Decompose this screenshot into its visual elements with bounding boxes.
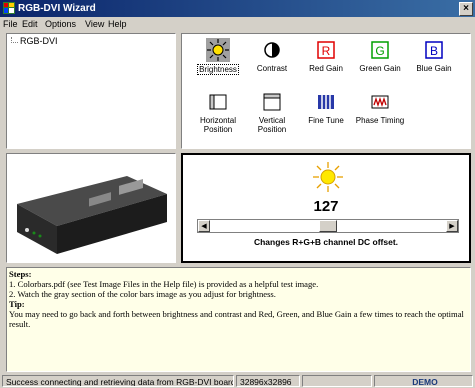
status-bar: Success connecting and retrieving data f…: [0, 374, 475, 388]
tool-label: Blue Gain: [416, 64, 452, 73]
menu-view[interactable]: View: [85, 17, 104, 31]
contrast-icon: [264, 42, 280, 58]
svg-text:B: B: [430, 44, 438, 58]
adjustment-caption: Changes R+G+B channel DC offset.: [253, 237, 399, 247]
tip-heading: Tip:: [9, 299, 25, 309]
slider-left-arrow-icon[interactable]: ◀: [198, 220, 210, 232]
status-message: Success connecting and retrieving data f…: [2, 375, 234, 387]
green-gain-icon: G: [371, 41, 389, 59]
menu-options[interactable]: Options: [45, 17, 76, 31]
tool-label: Horizontal Position: [199, 116, 236, 134]
tool-phase-timing[interactable]: Phase Timing: [352, 90, 408, 125]
tree-item-rgb-dvi[interactable]: RGB-DVI: [20, 36, 58, 46]
vertical-position-icon: [263, 93, 281, 111]
menu-edit[interactable]: Edit: [22, 17, 38, 31]
fine-tune-icon: [318, 95, 334, 109]
help-panel: Steps: 1. Colorbars.pdf (see Test Image …: [6, 267, 471, 372]
phase-timing-icon: [371, 95, 389, 109]
adjustment-tools-panel: Brightness Contrast R Red Gain G Green G…: [181, 33, 471, 149]
tool-fine-tune[interactable]: Fine Tune: [298, 90, 354, 125]
tool-label: Vertical Position: [257, 116, 287, 134]
demo-badge: DEMO: [374, 375, 473, 387]
blue-gain-icon: B: [425, 41, 443, 59]
tool-horizontal-position[interactable]: Horizontal Position: [190, 90, 246, 134]
device-image: [7, 154, 175, 262]
menu-bar: File Edit Options View Help: [0, 17, 475, 31]
tool-label: Phase Timing: [355, 116, 405, 125]
tool-label: Contrast: [256, 64, 288, 73]
window-title: RGB-DVI Wizard: [18, 3, 96, 14]
menu-help[interactable]: Help: [108, 17, 127, 31]
tool-label: Red Gain: [309, 64, 343, 73]
brightness-slider[interactable]: ◀ ▶: [197, 219, 459, 233]
help-step: 2. Watch the gray section of the color b…: [9, 289, 276, 299]
help-step: 1. Colorbars.pdf (see Test Image Files i…: [9, 279, 319, 289]
tool-label: Green Gain: [359, 64, 401, 73]
brightness-sun-icon: [313, 162, 343, 192]
close-button[interactable]: ×: [459, 2, 473, 16]
svg-text:G: G: [375, 44, 384, 58]
title-bar: RGB-DVI Wizard ×: [0, 0, 475, 17]
device-tree[interactable]: RGB-DVI: [6, 33, 176, 149]
tree-connector: [11, 42, 18, 44]
tool-label: Fine Tune: [308, 116, 344, 125]
red-gain-icon: R: [317, 41, 335, 59]
adjustment-panel: 127 ◀ ▶ Changes R+G+B channel DC offset.: [181, 153, 471, 263]
tool-brightness[interactable]: Brightness: [190, 38, 246, 75]
tool-vertical-position[interactable]: Vertical Position: [244, 90, 300, 134]
status-resolution: 32896x32896: [236, 375, 300, 387]
adjustment-value: 127: [313, 198, 339, 215]
slider-right-arrow-icon[interactable]: ▶: [446, 220, 458, 232]
tool-green-gain[interactable]: G Green Gain: [352, 38, 408, 73]
menu-file[interactable]: File: [3, 17, 18, 31]
tool-contrast[interactable]: Contrast: [244, 38, 300, 73]
slider-thumb[interactable]: [319, 220, 337, 232]
tool-blue-gain[interactable]: B Blue Gain: [406, 38, 462, 73]
device-photo: [6, 153, 176, 263]
status-mode: [302, 375, 372, 387]
app-icon: [3, 2, 15, 14]
help-tip: You may need to go back and forth betwee…: [9, 309, 464, 329]
steps-heading: Steps:: [9, 269, 32, 279]
tool-red-gain[interactable]: R Red Gain: [298, 38, 354, 73]
horizontal-position-icon: [209, 94, 227, 110]
tool-label: Brightness: [197, 64, 239, 75]
brightness-icon: [206, 38, 230, 62]
svg-text:R: R: [322, 44, 331, 58]
